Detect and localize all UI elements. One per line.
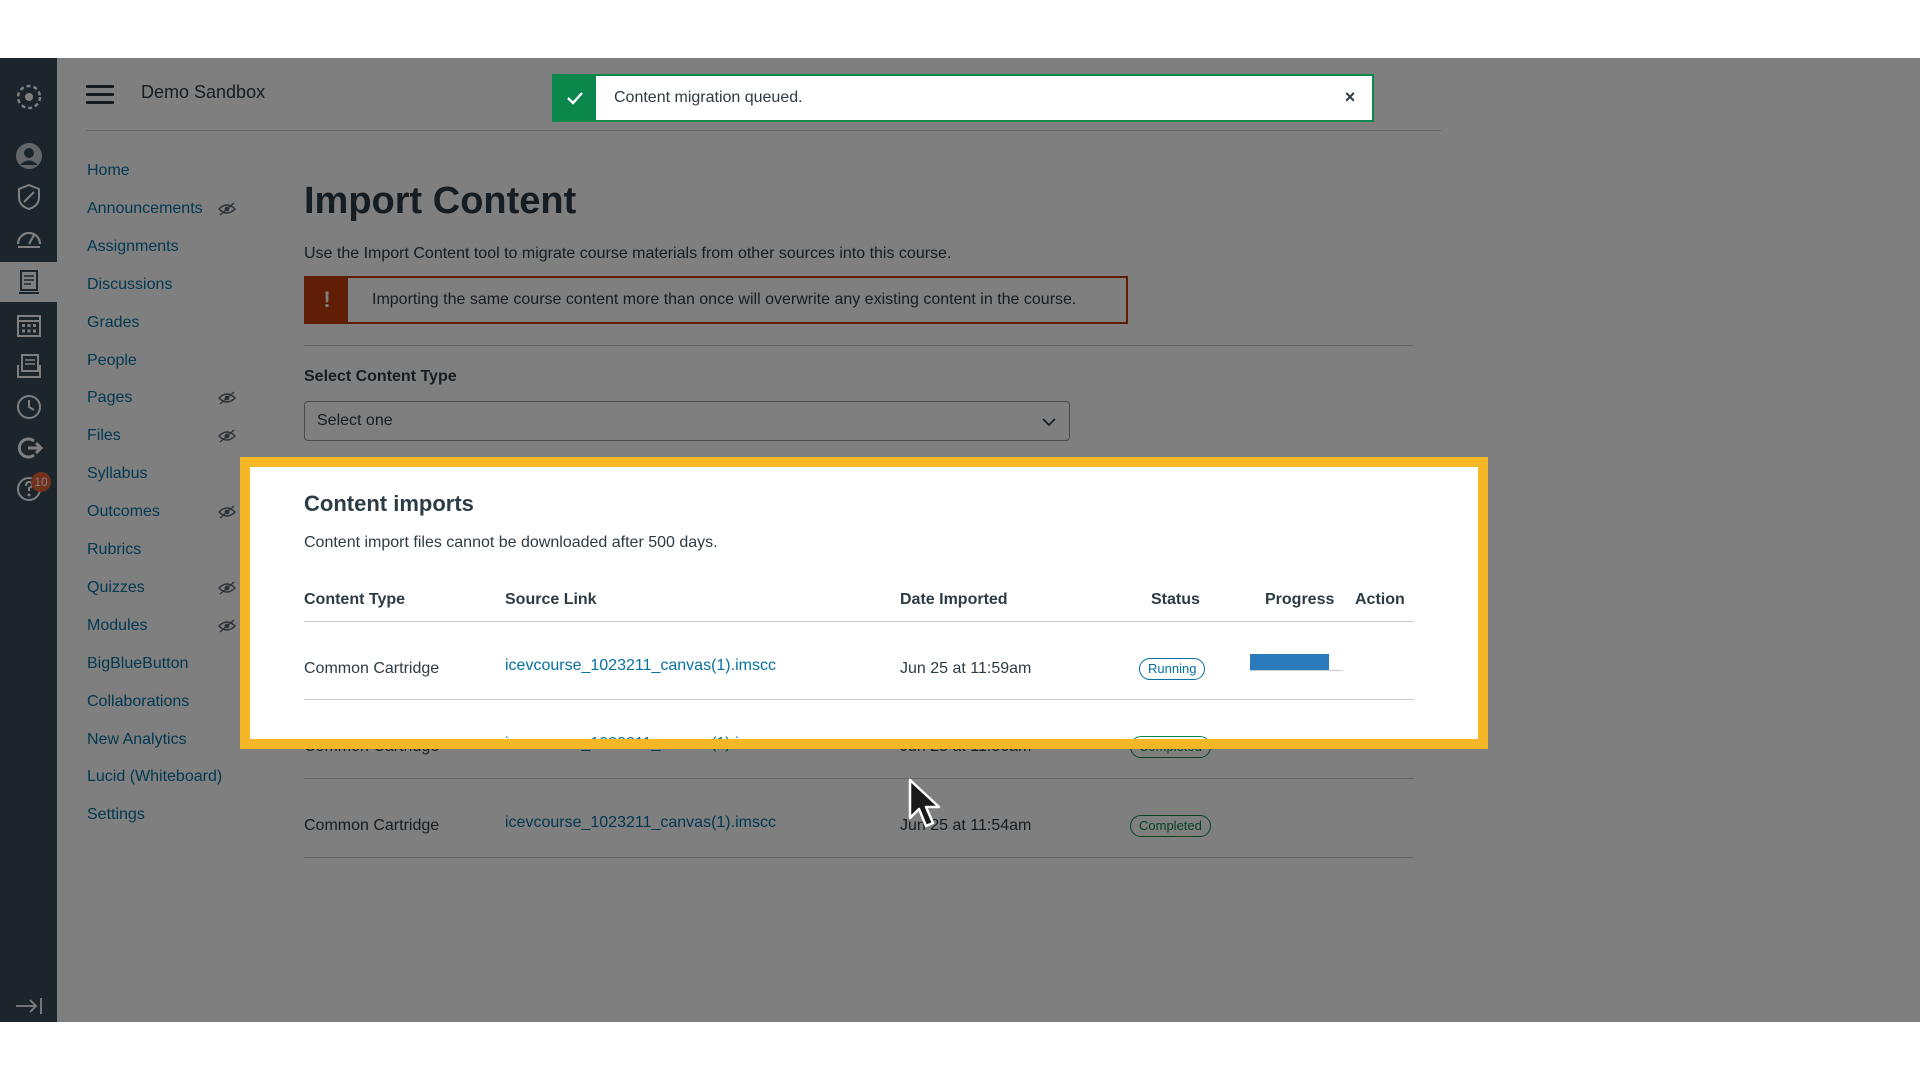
chevron-down-icon: [1041, 414, 1057, 430]
nav-item-bigbluebutton[interactable]: BigBlueButton: [87, 655, 188, 673]
row-source-link[interactable]: icevcourse_1023211_canvas(1).imscc: [505, 814, 776, 832]
row-date-imported: Jun 25 at 11:56am: [900, 738, 1031, 739]
nav-item-home[interactable]: Home: [87, 162, 130, 180]
row-divider: [304, 778, 1414, 779]
hidden-eye-icon[interactable]: [218, 619, 236, 633]
hidden-eye-icon[interactable]: [218, 391, 236, 405]
nav-item-pages[interactable]: Pages: [87, 389, 132, 407]
content-type-label: Select Content Type: [304, 368, 457, 386]
section-divider: [304, 345, 1414, 346]
row-divider: [304, 699, 1414, 700]
logo-icon[interactable]: [9, 80, 48, 114]
page-title: Import Content: [304, 180, 576, 223]
warning-alert: ! Importing the same course content more…: [304, 276, 1128, 324]
nav-item-new-analytics[interactable]: New Analytics: [87, 731, 187, 749]
content-type-selected: Select one: [317, 412, 393, 430]
row-content-type: Common Cartridge: [304, 817, 439, 835]
nav-item-grades[interactable]: Grades: [87, 314, 139, 332]
warning-icon: !: [306, 278, 348, 322]
help-badge: 10: [31, 472, 51, 492]
collapse-nav-icon[interactable]: [14, 996, 44, 1016]
nav-item-people[interactable]: People: [87, 352, 137, 370]
column-header: Date Imported: [900, 591, 1008, 609]
hidden-eye-icon[interactable]: [218, 505, 236, 519]
column-header: Status: [1151, 591, 1200, 609]
content-type-select[interactable]: Select one: [304, 401, 1070, 441]
account-icon[interactable]: [9, 139, 48, 173]
checkmark-icon: [554, 76, 596, 120]
nav-item-settings[interactable]: Settings: [87, 806, 145, 824]
row-divider: [304, 857, 1414, 858]
header-divider: [86, 130, 1441, 131]
nav-item-rubrics[interactable]: Rubrics: [87, 541, 141, 559]
column-header: Progress: [1265, 591, 1334, 609]
hidden-eye-icon[interactable]: [218, 581, 236, 595]
row-source-link[interactable]: icevcourse_1023211_canvas(1).imscc: [505, 735, 776, 739]
imports-title: Content imports: [304, 491, 474, 517]
success-toast: Content migration queued. ×: [552, 74, 1374, 122]
header-divider: [304, 621, 1414, 622]
warning-message: Importing the same course content more t…: [372, 291, 1076, 309]
course-title[interactable]: Demo Sandbox: [141, 82, 265, 103]
intro-text: Use the Import Content tool to migrate c…: [304, 245, 951, 263]
nav-item-modules[interactable]: Modules: [87, 617, 147, 635]
row-date-imported: Jun 25 at 11:59am: [900, 660, 1031, 678]
commons-icon[interactable]: [9, 431, 48, 465]
nav-item-announcements[interactable]: Announcements: [87, 200, 203, 218]
row-content-type: Common Cartridge: [304, 738, 439, 739]
inbox-icon[interactable]: [9, 349, 48, 383]
nav-item-syllabus[interactable]: Syllabus: [87, 465, 147, 483]
nav-item-files[interactable]: Files: [87, 427, 121, 445]
row-content-type: Common Cartridge: [304, 738, 439, 756]
nav-item-collaborations[interactable]: Collaborations: [87, 693, 189, 711]
row-source-link[interactable]: icevcourse_1023211_canvas(1).imscc: [505, 657, 776, 675]
hidden-eye-icon[interactable]: [218, 202, 236, 216]
hamburger-menu-icon[interactable]: [86, 85, 114, 105]
column-header: Content Type: [304, 591, 405, 609]
hidden-eye-icon[interactable]: [218, 429, 236, 443]
mouse-cursor-icon: [908, 778, 948, 832]
row-date-imported: Jun 25 at 11:56am: [900, 738, 1031, 756]
status-badge: Running: [1139, 658, 1205, 680]
courses-icon[interactable]: [0, 262, 57, 302]
progress-bar-fill: [1250, 654, 1329, 670]
nav-item-outcomes[interactable]: Outcomes: [87, 503, 160, 521]
global-nav: 10: [0, 58, 57, 1022]
close-icon[interactable]: ×: [1340, 87, 1360, 107]
history-icon[interactable]: [9, 390, 48, 424]
nav-item-assignments[interactable]: Assignments: [87, 238, 179, 256]
app-window: 10 Demo Sandbox Home Announcements Assignm…: [0, 58, 1920, 1022]
dashboard-icon[interactable]: [9, 221, 48, 255]
status-badge: Completed: [1130, 736, 1211, 758]
admin-icon[interactable]: [9, 180, 48, 214]
nav-item-quizzes[interactable]: Quizzes: [87, 579, 145, 597]
column-header: Source Link: [505, 591, 597, 609]
status-badge: Completed: [1130, 815, 1211, 837]
calendar-icon[interactable]: [9, 308, 48, 342]
row-content-type: Common Cartridge: [304, 660, 439, 678]
imports-note: Content import files cannot be downloade…: [304, 534, 718, 552]
nav-item-lucid-whiteboard[interactable]: Lucid (Whiteboard): [87, 768, 222, 786]
nav-item-discussions[interactable]: Discussions: [87, 276, 172, 294]
highlight-window: Content imports Content import files cann…: [250, 467, 1478, 739]
status-badge: Completed: [1130, 736, 1211, 739]
column-header: Action: [1355, 591, 1405, 609]
toast-message: Content migration queued.: [614, 89, 803, 107]
